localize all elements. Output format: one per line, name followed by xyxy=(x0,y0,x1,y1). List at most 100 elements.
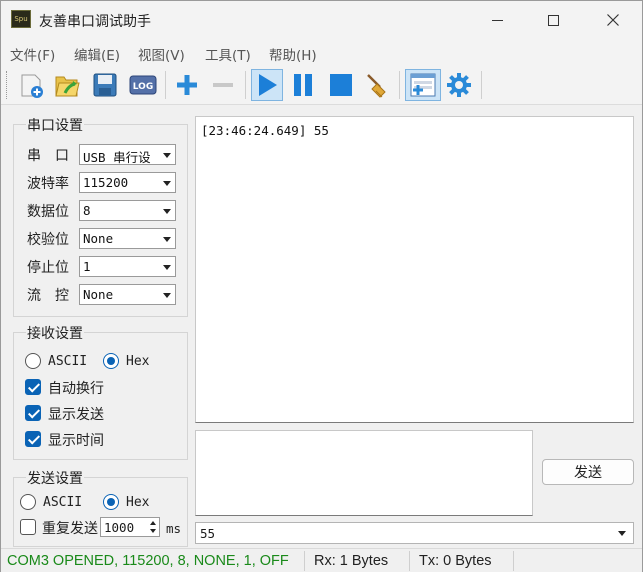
start-button[interactable] xyxy=(251,69,283,101)
send-textarea[interactable] xyxy=(195,430,533,516)
parity-value: None xyxy=(83,231,114,246)
port-select[interactable]: USB 串行设 xyxy=(79,144,176,165)
receive-hex-radio[interactable] xyxy=(103,353,119,369)
send-ascii-radio[interactable] xyxy=(20,494,36,510)
receive-textarea[interactable]: [23:46:24.649] 55 xyxy=(195,116,634,423)
menu-tools[interactable]: 工具(T) xyxy=(205,44,251,64)
toolbar-separator xyxy=(399,71,400,99)
settings-button[interactable] xyxy=(443,69,475,101)
pause-icon xyxy=(294,74,312,96)
send-hex-radio[interactable] xyxy=(103,494,119,510)
menu-file[interactable]: 文件(F) xyxy=(10,44,55,64)
serial-settings-title: 串口设置 xyxy=(26,115,84,135)
send-settings-group: 发送设置 ASCII Hex 重复发送 1000 ms xyxy=(13,468,188,547)
serial-settings-group: 串口设置 串 口 USB 串行设 波特率 115200 数据位 8 校验位 No… xyxy=(13,115,188,317)
send-button[interactable]: 发送 xyxy=(542,459,634,485)
send-history-select[interactable]: 55 xyxy=(195,522,634,544)
chevron-down-icon xyxy=(163,293,171,298)
port-value: USB 串行设 xyxy=(83,150,151,165)
data-bits-value: 8 xyxy=(83,203,91,218)
menu-view[interactable]: 视图(V) xyxy=(138,44,185,64)
chevron-down-icon[interactable] xyxy=(150,529,156,533)
show-time-checkbox[interactable] xyxy=(25,431,41,447)
status-bar: COM3 OPENED, 115200, 8, NONE, 1, OFF Rx:… xyxy=(1,548,642,572)
receive-ascii-radio[interactable] xyxy=(25,353,41,369)
window-layout-icon xyxy=(410,73,436,97)
save-button[interactable] xyxy=(89,69,121,101)
baud-rate-label: 波特率 xyxy=(27,176,69,192)
title-bar: Spu 友善串口调试助手 xyxy=(1,1,642,39)
add-icon xyxy=(177,75,197,95)
toolbar: LOG xyxy=(1,65,642,105)
stop-bits-label: 停止位 xyxy=(27,260,69,276)
parity-label: 校验位 xyxy=(27,232,69,248)
minimize-icon xyxy=(491,19,503,21)
menu-bar: 文件(F) 编辑(E) 视图(V) 工具(T) 帮助(H) xyxy=(1,39,642,65)
maximize-button[interactable] xyxy=(533,7,573,33)
minimize-button[interactable] xyxy=(477,7,517,33)
settings-icon xyxy=(447,73,471,97)
baud-rate-select[interactable]: 115200 xyxy=(79,172,176,193)
menu-help[interactable]: 帮助(H) xyxy=(269,44,317,64)
toolbar-separator xyxy=(481,71,482,99)
maximize-icon xyxy=(547,14,559,26)
stop-icon xyxy=(330,74,352,96)
remove-icon xyxy=(213,83,233,87)
open-button[interactable] xyxy=(51,69,83,101)
show-sent-checkbox[interactable] xyxy=(25,405,41,421)
new-icon xyxy=(21,74,43,98)
close-button[interactable] xyxy=(593,7,633,33)
new-button[interactable] xyxy=(15,69,47,101)
menu-edit[interactable]: 编辑(E) xyxy=(74,44,120,64)
chevron-down-icon xyxy=(163,209,171,214)
send-history-value: 55 xyxy=(200,526,216,541)
port-label: 串 口 xyxy=(27,148,69,164)
stop-bits-select[interactable]: 1 xyxy=(79,256,176,277)
baud-rate-value: 115200 xyxy=(83,175,129,190)
remove-button[interactable] xyxy=(207,69,239,101)
send-settings-title: 发送设置 xyxy=(26,468,84,488)
tx-count: Tx: 0 Bytes xyxy=(419,553,492,569)
flow-control-select[interactable]: None xyxy=(79,284,176,305)
repeat-interval-stepper[interactable]: 1000 xyxy=(100,517,160,537)
app-icon: Spu xyxy=(11,10,31,28)
add-button[interactable] xyxy=(171,69,203,101)
repeat-send-label: 重复发送 xyxy=(42,521,98,537)
receive-line: [23:46:24.649] 55 xyxy=(201,123,329,138)
send-ascii-label: ASCII xyxy=(43,495,83,510)
data-bits-label: 数据位 xyxy=(27,204,69,220)
stop-button[interactable] xyxy=(325,69,357,101)
receive-settings-title: 接收设置 xyxy=(26,323,84,343)
receive-settings-group: 接收设置 ASCII Hex 自动换行 显示发送 显示时间 xyxy=(13,323,188,460)
svg-text:LOG: LOG xyxy=(133,82,153,92)
data-bits-select[interactable]: 8 xyxy=(79,200,176,221)
open-icon xyxy=(55,76,80,97)
flow-control-label: 流 控 xyxy=(27,288,69,304)
send-hex-label: Hex xyxy=(126,495,150,510)
chevron-down-icon xyxy=(618,531,626,536)
status-separator xyxy=(513,551,514,571)
log-icon: LOG xyxy=(129,75,157,95)
chevron-down-icon xyxy=(163,153,171,158)
show-time-label: 显示时间 xyxy=(48,433,104,449)
auto-wrap-checkbox[interactable] xyxy=(25,379,41,395)
chevron-down-icon xyxy=(163,237,171,242)
status-separator xyxy=(409,551,410,571)
clear-icon xyxy=(367,74,386,98)
stop-bits-value: 1 xyxy=(83,259,91,274)
repeat-send-checkbox[interactable] xyxy=(20,519,36,535)
window-layout-button[interactable] xyxy=(405,69,441,101)
rx-count: Rx: 1 Bytes xyxy=(314,553,389,569)
pause-button[interactable] xyxy=(287,69,319,101)
status-separator xyxy=(304,551,305,571)
close-icon xyxy=(607,14,619,26)
parity-select[interactable]: None xyxy=(79,228,176,249)
connection-status: COM3 OPENED, 115200, 8, NONE, 1, OFF xyxy=(7,553,289,569)
app-window: Spu 友善串口调试助手 文件(F) 编辑(E) 视图(V) 工具(T) 帮助(… xyxy=(0,0,643,572)
toolbar-separator xyxy=(245,71,246,99)
chevron-up-icon[interactable] xyxy=(150,521,156,525)
interval-unit: ms xyxy=(166,521,182,536)
log-button[interactable]: LOG xyxy=(127,69,159,101)
chevron-down-icon xyxy=(163,265,171,270)
clear-button[interactable] xyxy=(361,69,393,101)
